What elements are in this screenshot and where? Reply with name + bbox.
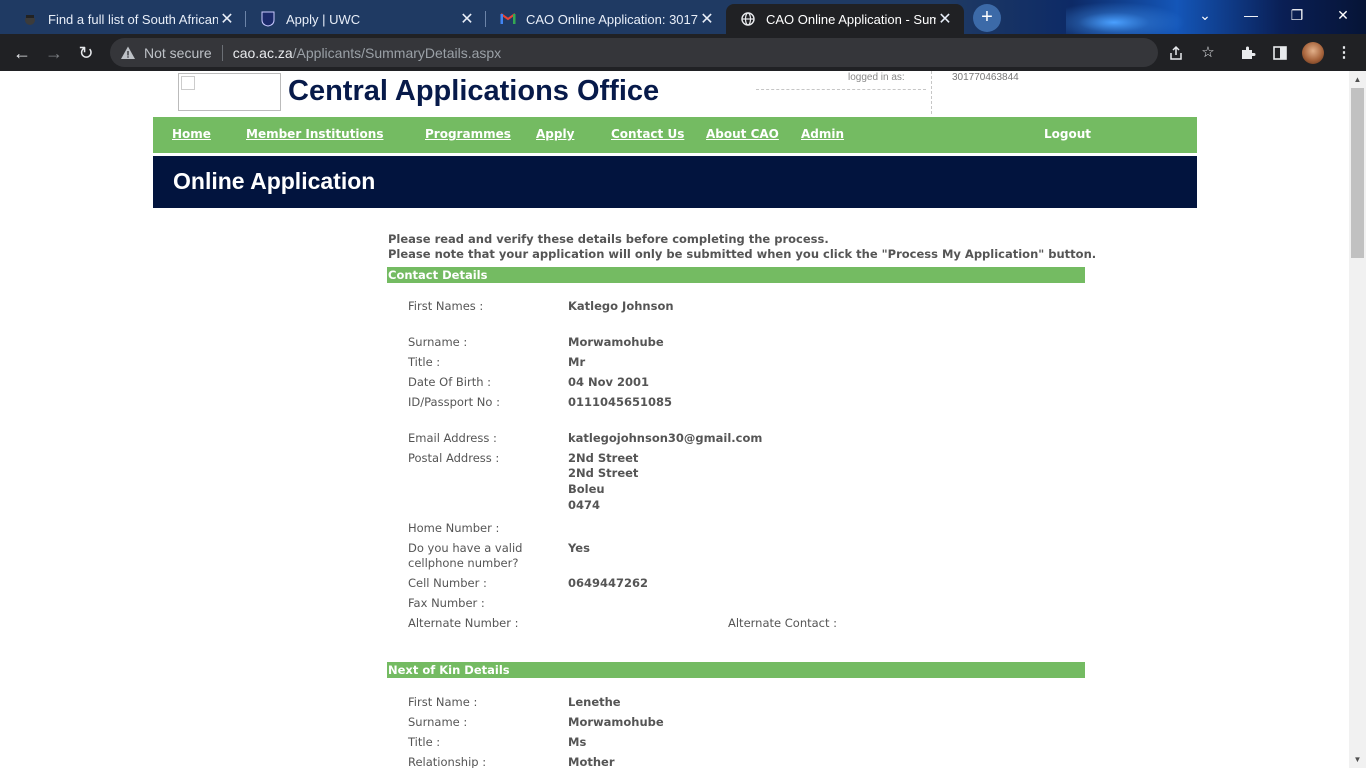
dob-label: Date Of Birth : bbox=[408, 375, 492, 389]
nav-contact-us[interactable]: Contact Us bbox=[611, 127, 684, 141]
title-value: Mr bbox=[568, 355, 586, 369]
email-label: Email Address : bbox=[408, 431, 497, 445]
nav-about-cao[interactable]: About CAO bbox=[706, 127, 779, 141]
new-tab-button[interactable]: + bbox=[973, 4, 1001, 32]
page-scrollbar[interactable]: ▲ ▼ bbox=[1349, 71, 1366, 768]
security-status[interactable]: Not secure bbox=[144, 45, 212, 61]
nav-admin[interactable]: Admin bbox=[801, 127, 844, 141]
cao-logo-broken-image bbox=[178, 73, 281, 111]
nav-apply[interactable]: Apply bbox=[536, 127, 574, 141]
fax-number-label: Fax Number : bbox=[408, 596, 485, 610]
globe-icon bbox=[740, 11, 756, 27]
tab-universities[interactable]: Find a full list of South African univer… bbox=[8, 4, 246, 34]
scrollbar-thumb[interactable] bbox=[1351, 88, 1364, 258]
nav-home[interactable]: Home bbox=[172, 127, 211, 141]
minimize-icon[interactable]: — bbox=[1228, 0, 1274, 30]
notice-line-2: Please note that your application will o… bbox=[388, 247, 1097, 261]
extensions-puzzle-icon[interactable] bbox=[1234, 39, 1262, 67]
close-tab-icon[interactable]: ✕ bbox=[936, 9, 954, 29]
contact-details-heading: Contact Details bbox=[387, 267, 1085, 283]
bookmark-star-icon[interactable]: ☆ bbox=[1194, 39, 1222, 67]
close-tab-icon[interactable]: ✕ bbox=[698, 9, 716, 29]
nav-member-institutions[interactable]: Member Institutions bbox=[246, 127, 383, 141]
surname-value: Morwamohube bbox=[568, 335, 664, 349]
postal-address-line-1: 2Nd Street bbox=[568, 451, 639, 465]
scroll-down-arrow-icon[interactable]: ▼ bbox=[1349, 751, 1366, 768]
kin-surname-value: Morwamohube bbox=[568, 715, 664, 729]
back-icon[interactable]: ← bbox=[8, 39, 36, 67]
postal-address-line-4: 0474 bbox=[568, 498, 601, 512]
profile-avatar[interactable] bbox=[1302, 42, 1324, 64]
login-status-box: logged in as: bbox=[756, 71, 932, 114]
tab-title: CAO Online Application: 301770463844 bbox=[526, 11, 698, 27]
warning-icon[interactable] bbox=[120, 45, 136, 61]
cell-number-value: 0649447262 bbox=[568, 576, 649, 590]
close-window-icon[interactable]: ✕ bbox=[1320, 0, 1366, 30]
logged-in-label: logged in as: bbox=[848, 72, 905, 83]
valid-cellphone-label: Do you have a valid cellphone number? bbox=[408, 541, 523, 570]
home-number-label: Home Number : bbox=[408, 521, 500, 535]
page-title: Online Application bbox=[173, 168, 376, 194]
first-names-value: Katlego Johnson bbox=[568, 299, 674, 313]
logout-link[interactable]: Logout bbox=[1044, 127, 1091, 141]
page-banner: Online Application bbox=[153, 156, 1197, 208]
logged-in-id: 301770463844 bbox=[952, 72, 1019, 83]
close-tab-icon[interactable]: ✕ bbox=[458, 9, 476, 29]
first-names-label: First Names : bbox=[408, 299, 484, 313]
kin-title-value: Ms bbox=[568, 735, 587, 749]
nav-programmes[interactable]: Programmes bbox=[425, 127, 511, 141]
browser-toolbar: ← → ↻ Not secure cao.ac.za/Applicants/Su… bbox=[0, 34, 1366, 71]
tab-gmail[interactable]: CAO Online Application: 301770463844 ✕ bbox=[486, 4, 726, 34]
id-passport-value: 0111045651085 bbox=[568, 395, 673, 409]
title-label: Title : bbox=[408, 355, 441, 369]
notice-line-1: Please read and verify these details bef… bbox=[388, 232, 829, 246]
id-passport-label: ID/Passport No : bbox=[408, 395, 500, 409]
share-icon[interactable] bbox=[1162, 39, 1190, 67]
url-host: cao.ac.za bbox=[232, 44, 293, 61]
side-panel-icon[interactable] bbox=[1266, 39, 1294, 67]
kin-relationship-label: Relationship : bbox=[408, 755, 487, 768]
tab-title: CAO Online Application - Summary Details bbox=[766, 11, 936, 27]
page-content: Central Applications Office logged in as… bbox=[0, 71, 1349, 768]
address-bar[interactable]: Not secure cao.ac.za/Applicants/SummaryD… bbox=[110, 38, 1158, 67]
main-nav: Home Member Institutions Programmes Appl… bbox=[153, 117, 1197, 153]
surname-label: Surname : bbox=[408, 335, 468, 349]
cell-number-label: Cell Number : bbox=[408, 576, 487, 590]
alternate-number-label: Alternate Number : bbox=[408, 616, 519, 630]
kin-relationship-value: Mother bbox=[568, 755, 615, 768]
restore-icon[interactable]: ❐ bbox=[1274, 0, 1320, 30]
uwc-crest-icon bbox=[260, 11, 276, 27]
scroll-up-arrow-icon[interactable]: ▲ bbox=[1349, 71, 1366, 88]
kin-title-label: Title : bbox=[408, 735, 441, 749]
postal-address-line-2: 2Nd Street bbox=[568, 466, 639, 480]
forward-icon[interactable]: → bbox=[40, 39, 68, 67]
kin-first-name-label: First Name : bbox=[408, 695, 478, 709]
url-path: /Applicants/SummaryDetails.aspx bbox=[292, 44, 502, 61]
kin-first-name-value: Lenethe bbox=[568, 695, 621, 709]
postal-address-label: Postal Address : bbox=[408, 451, 500, 465]
graduation-cap-icon bbox=[22, 11, 38, 27]
site-title: Central Applications Office bbox=[288, 75, 660, 107]
next-of-kin-heading: Next of Kin Details bbox=[387, 662, 1085, 678]
dob-value: 04 Nov 2001 bbox=[568, 375, 650, 389]
email-value: katlegojohnson30@gmail.com bbox=[568, 431, 763, 445]
menu-kebab-icon[interactable]: ⋮ bbox=[1330, 39, 1358, 67]
alternate-contact-label: Alternate Contact : bbox=[728, 616, 838, 630]
kin-surname-label: Surname : bbox=[408, 715, 468, 729]
tab-strip: Find a full list of South African univer… bbox=[0, 0, 1366, 34]
close-tab-icon[interactable]: ✕ bbox=[218, 9, 236, 29]
tab-title: Find a full list of South African univer… bbox=[48, 11, 218, 27]
tab-uwc[interactable]: Apply | UWC ✕ bbox=[246, 4, 486, 34]
tab-search-dropdown-icon[interactable]: ⌄ bbox=[1182, 0, 1228, 30]
gmail-icon bbox=[500, 11, 516, 27]
tab-summary-active[interactable]: CAO Online Application - Summary Details… bbox=[726, 4, 964, 34]
valid-cellphone-value: Yes bbox=[568, 541, 590, 555]
tab-title: Apply | UWC bbox=[286, 11, 361, 27]
postal-address-line-3: Boleu bbox=[568, 482, 605, 496]
reload-icon[interactable]: ↻ bbox=[72, 39, 100, 67]
